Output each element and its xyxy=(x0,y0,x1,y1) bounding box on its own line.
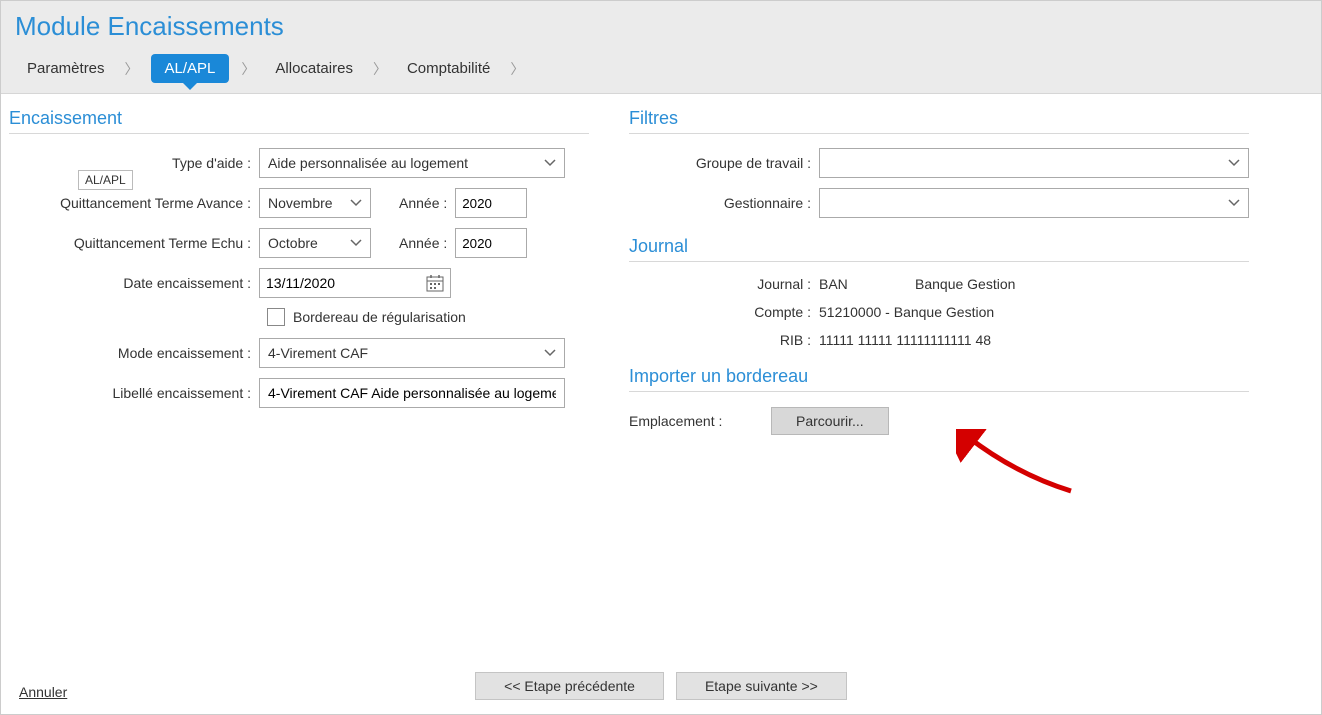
quit-echu-month-select[interactable]: Octobre xyxy=(259,228,371,258)
breadcrumb: Paramètres 〉 AL/APL 〉 Allocataires 〉 Com… xyxy=(15,54,1307,83)
gestionnaire-label: Gestionnaire : xyxy=(629,195,819,211)
type-aide-value: Aide personnalisée au logement xyxy=(268,155,468,171)
left-column: Encaissement Type d'aide : Aide personna… xyxy=(9,108,589,662)
quit-avance-year-input[interactable] xyxy=(455,188,527,218)
chevron-down-icon xyxy=(1228,159,1240,167)
row-quit-avance: Quittancement Terme Avance : Novembre An… xyxy=(9,188,589,218)
encaissement-section-title: Encaissement xyxy=(9,108,589,134)
chevron-down-icon xyxy=(1228,199,1240,207)
row-mode-enc: Mode encaissement : 4-Virement CAF xyxy=(9,338,589,368)
date-enc-input[interactable] xyxy=(266,275,406,291)
row-bordereau: Bordereau de régularisation xyxy=(267,308,589,326)
row-libelle-enc: Libellé encaissement : xyxy=(9,378,589,408)
right-column: Filtres Groupe de travail : Gestionnaire… xyxy=(629,108,1249,662)
mode-enc-label: Mode encaissement : xyxy=(9,345,259,361)
mode-enc-select[interactable]: 4-Virement CAF xyxy=(259,338,565,368)
row-emplacement: Emplacement : Parcourir... xyxy=(629,406,1249,436)
emplacement-label: Emplacement : xyxy=(629,413,759,429)
journal-label: Journal : xyxy=(629,276,819,292)
quit-avance-year-label: Année : xyxy=(391,195,455,211)
quit-avance-month-select[interactable]: Novembre xyxy=(259,188,371,218)
date-enc-label: Date encaissement : xyxy=(9,275,259,291)
footer: Annuler << Etape précédente Etape suivan… xyxy=(1,662,1321,714)
cancel-link[interactable]: Annuler xyxy=(19,684,67,700)
groupe-travail-select[interactable] xyxy=(819,148,1249,178)
quit-echu-year-input[interactable] xyxy=(455,228,527,258)
row-quit-echu: Quittancement Terme Echu : Octobre Année… xyxy=(9,228,589,258)
chevron-down-icon xyxy=(350,199,362,207)
row-gestionnaire: Gestionnaire : xyxy=(629,188,1249,218)
row-groupe-travail: Groupe de travail : xyxy=(629,148,1249,178)
chevron-right-icon: 〉 xyxy=(125,59,139,79)
prev-step-button[interactable]: << Etape précédente xyxy=(475,672,664,700)
quit-echu-month-value: Octobre xyxy=(268,235,318,251)
libelle-enc-label: Libellé encaissement : xyxy=(9,385,259,401)
calendar-icon[interactable] xyxy=(426,274,444,292)
journal-code: BAN xyxy=(819,276,915,292)
chevron-down-icon xyxy=(544,349,556,357)
quit-echu-label: Quittancement Terme Echu : xyxy=(9,235,259,251)
chevron-right-icon: 〉 xyxy=(373,59,387,79)
rib-label: RIB : xyxy=(629,332,819,348)
module-title: Module Encaissements xyxy=(15,11,1307,42)
breadcrumb-allocataires[interactable]: Allocataires xyxy=(267,56,361,81)
journal-name: Banque Gestion xyxy=(915,276,1015,292)
bordereau-checkbox[interactable] xyxy=(267,308,285,326)
gestionnaire-select[interactable] xyxy=(819,188,1249,218)
breadcrumb-tooltip: AL/APL xyxy=(78,170,133,190)
quit-avance-month-value: Novembre xyxy=(268,195,333,211)
filtres-section-title: Filtres xyxy=(629,108,1249,134)
journal-section-title: Journal xyxy=(629,236,1249,262)
row-rib: RIB : 11111 11111 11111111111 48 xyxy=(629,332,1249,348)
breadcrumb-al-apl[interactable]: AL/APL xyxy=(151,54,230,83)
mode-enc-value: 4-Virement CAF xyxy=(268,345,368,361)
date-enc-input-wrap[interactable] xyxy=(259,268,451,298)
chevron-right-icon: 〉 xyxy=(510,59,524,79)
row-journal: Journal : BAN Banque Gestion xyxy=(629,276,1249,292)
type-aide-label: Type d'aide : xyxy=(9,155,259,171)
chevron-down-icon xyxy=(544,159,556,167)
quit-echu-year-label: Année : xyxy=(391,235,455,251)
next-step-button[interactable]: Etape suivante >> xyxy=(676,672,847,700)
chevron-right-icon: 〉 xyxy=(241,59,255,79)
compte-value: 51210000 - Banque Gestion xyxy=(819,304,994,320)
content-area: Encaissement Type d'aide : Aide personna… xyxy=(1,94,1321,662)
header: Module Encaissements Paramètres 〉 AL/APL… xyxy=(1,1,1321,94)
groupe-travail-label: Groupe de travail : xyxy=(629,155,819,171)
type-aide-select[interactable]: Aide personnalisée au logement xyxy=(259,148,565,178)
breadcrumb-parametres[interactable]: Paramètres xyxy=(19,56,113,81)
row-date-enc: Date encaissement : xyxy=(9,268,589,298)
import-section-title: Importer un bordereau xyxy=(629,366,1249,392)
chevron-down-icon xyxy=(350,239,362,247)
compte-label: Compte : xyxy=(629,304,819,320)
parcourir-button[interactable]: Parcourir... xyxy=(771,407,889,435)
row-compte: Compte : 51210000 - Banque Gestion xyxy=(629,304,1249,320)
libelle-enc-input[interactable] xyxy=(259,378,565,408)
quit-avance-label: Quittancement Terme Avance : xyxy=(9,195,259,211)
rib-value: 11111 11111 11111111111 48 xyxy=(819,332,991,348)
breadcrumb-comptabilite[interactable]: Comptabilité xyxy=(399,56,498,81)
bordereau-label: Bordereau de régularisation xyxy=(293,309,466,325)
